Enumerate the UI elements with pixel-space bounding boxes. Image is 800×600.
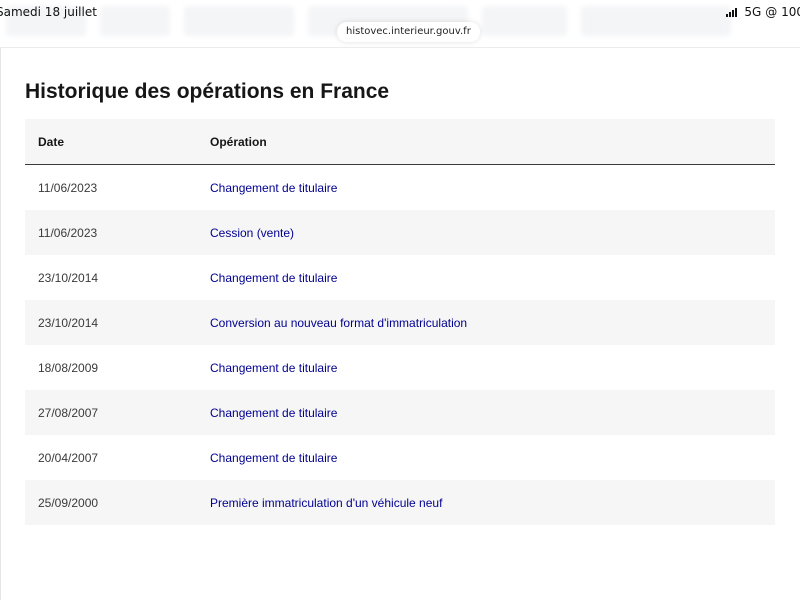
header-date: Date <box>25 119 210 165</box>
row-operation: Cession (vente) <box>210 210 775 255</box>
content-left-border <box>0 48 1 600</box>
row-operation: Changement de titulaire <box>210 345 775 390</box>
table-row: 11/06/2023 Changement de titulaire <box>25 164 775 210</box>
row-operation: Changement de titulaire <box>210 390 775 435</box>
page-title: Historique des opérations en France <box>25 80 390 103</box>
row-date: 11/06/2023 <box>25 164 210 210</box>
header-divider <box>0 47 800 48</box>
operations-table: Date Opération 11/06/2023 Changement de … <box>25 119 775 525</box>
table-row: 25/09/2000 Première immatriculation d'un… <box>25 480 775 525</box>
table-row: 23/10/2014 Conversion au nouveau format … <box>25 300 775 345</box>
row-operation: Changement de titulaire <box>210 255 775 300</box>
row-operation: Conversion au nouveau format d'immatricu… <box>210 300 775 345</box>
row-date: 23/10/2014 <box>25 300 210 345</box>
url-bar[interactable]: histovec.interieur.gouv.fr <box>337 22 480 42</box>
status-date: Samedi 18 juillet <box>0 5 97 19</box>
row-date: 27/08/2007 <box>25 390 210 435</box>
table-row: 27/08/2007 Changement de titulaire <box>25 390 775 435</box>
header-operation: Opération <box>210 119 775 165</box>
table-row: 18/08/2009 Changement de titulaire <box>25 345 775 390</box>
row-operation: Changement de titulaire <box>210 164 775 210</box>
table-row: 23/10/2014 Changement de titulaire <box>25 255 775 300</box>
table-row: 11/06/2023 Cession (vente) <box>25 210 775 255</box>
status-indicators: 5G @ 100 <box>726 5 800 19</box>
table-row: 20/04/2007 Changement de titulaire <box>25 435 775 480</box>
table-header-row: Date Opération <box>25 119 775 165</box>
row-operation: Changement de titulaire <box>210 435 775 480</box>
screen: Samedi 18 juillet 5G @ 100 histovec.inte… <box>0 0 800 600</box>
row-date: 23/10/2014 <box>25 255 210 300</box>
row-date: 25/09/2000 <box>25 480 210 525</box>
row-operation: Première immatriculation d'un véhicule n… <box>210 480 775 525</box>
signal-icon <box>726 7 738 17</box>
network-label: 5G <box>744 5 762 19</box>
row-date: 11/06/2023 <box>25 210 210 255</box>
row-date: 20/04/2007 <box>25 435 210 480</box>
row-date: 18/08/2009 <box>25 345 210 390</box>
battery-label: @ 100 <box>765 5 800 19</box>
